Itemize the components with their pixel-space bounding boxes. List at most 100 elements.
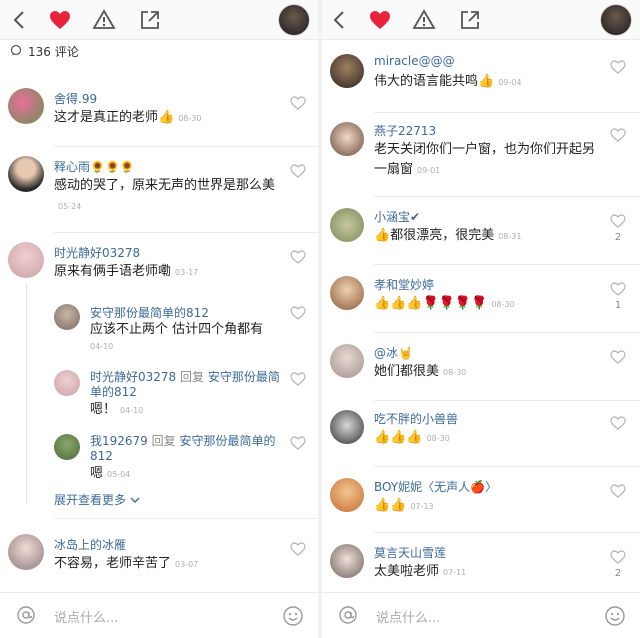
like-heart-icon[interactable] (610, 416, 626, 430)
comment-input[interactable]: 说点什么... (54, 607, 118, 626)
heart-filled-icon[interactable] (48, 8, 72, 32)
like-count: 2 (614, 232, 622, 243)
comment-text-content: 老天关闭你们一户窗，也为你们开起另一扇窗 (374, 142, 596, 177)
divider (374, 196, 640, 197)
comment-count: 136 评论 (28, 45, 79, 59)
comment-item[interactable]: 舍得.99 这才是真正的老师👍 08-30 (0, 80, 318, 144)
commenter-name[interactable]: @冰🤘 (374, 344, 413, 361)
divider (54, 146, 318, 147)
author-avatar[interactable] (278, 4, 310, 36)
avatar[interactable] (330, 208, 364, 242)
comment-date: 08-30 (443, 368, 467, 377)
divider (374, 532, 640, 533)
like-heart-icon[interactable] (290, 542, 306, 556)
like-heart-icon[interactable] (290, 436, 306, 450)
comment-item[interactable]: 冰岛上的冰雁 不容易，老师辛苦了 03-07 (0, 528, 318, 586)
commenter-name[interactable]: 释心雨🌻🌻🌻 (54, 158, 135, 175)
commenter-name[interactable]: miracle@@@ (374, 54, 455, 68)
like-heart-icon[interactable] (290, 372, 306, 386)
comment-input[interactable]: 说点什么... (376, 607, 440, 626)
commenter-name[interactable]: 时光静好03278 (90, 370, 176, 384)
reply-item[interactable]: 时光静好03278 回复 安守那份最简单的812 嗯！ 04-10 (0, 366, 318, 428)
avatar[interactable] (54, 370, 80, 396)
avatar[interactable] (330, 122, 364, 156)
comment-date: 07-13 (410, 502, 434, 511)
divider (54, 518, 318, 519)
divider (374, 112, 640, 113)
comment-item[interactable]: miracle@@@ 伟大的语言能共鸣👍 09-04 (322, 48, 640, 112)
commenter-name[interactable]: 燕子22713 (374, 122, 436, 139)
comment-date: 05-24 (58, 202, 82, 211)
commenter-name[interactable]: 小涵宝✔ (374, 208, 420, 225)
commenter-name[interactable]: 舍得.99 (54, 90, 97, 107)
back-icon[interactable] (328, 8, 352, 32)
commenter-name[interactable]: 孝和堂妙婷 (374, 276, 434, 293)
commenter-name[interactable]: 安守那份最简单的812 (90, 304, 209, 321)
share-icon[interactable] (138, 8, 162, 32)
avatar[interactable] (8, 156, 44, 192)
comment-item[interactable]: 吃不胖的小兽兽 👍👍👍 08-30 (322, 404, 640, 468)
avatar[interactable] (330, 344, 364, 378)
reply-item[interactable]: 安守那份最简单的812 应该不止两个 估计四个角都有 04-10 (0, 300, 318, 362)
share-icon[interactable] (458, 8, 482, 32)
avatar[interactable] (330, 54, 364, 88)
emoji-icon[interactable] (604, 605, 626, 627)
reply-text-content: 嗯 (90, 466, 104, 481)
like-heart-icon[interactable] (610, 350, 626, 364)
comment-item[interactable]: 燕子22713 老天关闭你们一户窗，也为你们开起另一扇窗 09-01 (322, 116, 640, 196)
comment-text: 不容易，老师辛苦了 03-07 (54, 554, 274, 575)
avatar[interactable] (8, 534, 44, 570)
avatar[interactable] (330, 478, 364, 512)
at-mention-icon[interactable] (16, 605, 36, 625)
comment-item[interactable]: 时光静好03278 原来有俩手语老师嘞 03-17 (0, 236, 318, 296)
warning-icon[interactable] (412, 8, 436, 32)
like-heart-icon[interactable] (290, 250, 306, 264)
author-avatar[interactable] (600, 4, 632, 36)
like-heart-icon[interactable] (610, 282, 626, 296)
reply-date: 04-10 (90, 342, 114, 351)
avatar[interactable] (330, 410, 364, 444)
avatar[interactable] (54, 304, 80, 330)
commenter-name[interactable]: 吃不胖的小兽兽 (374, 410, 458, 427)
like-heart-icon[interactable] (610, 214, 626, 228)
reply-word: 回复 (151, 434, 176, 448)
heart-filled-icon[interactable] (368, 8, 392, 32)
comment-count-row: 136 评论 (0, 40, 318, 62)
comment-date: 08-30 (178, 114, 202, 123)
avatar[interactable] (54, 434, 80, 460)
avatar[interactable] (8, 88, 44, 124)
comment-item[interactable]: BOY妮妮〈无声人🍎〉 👍👍 07-13 (322, 472, 640, 536)
like-heart-icon[interactable] (290, 306, 306, 320)
at-mention-icon[interactable] (338, 605, 358, 625)
comment-text-content: 这才是真正的老师 (54, 110, 159, 125)
like-heart-icon[interactable] (290, 164, 306, 178)
commenter-name[interactable]: BOY妮妮〈无声人🍎〉 (374, 478, 497, 495)
comment-item[interactable]: @冰🤘 她们都很美 08-30 (322, 338, 640, 402)
like-heart-icon[interactable] (290, 96, 306, 110)
thumbs-emoji: 👍 (478, 74, 495, 89)
comment-text: 👍👍👍🌹🌹🌹🌹 08-30 (374, 294, 604, 315)
thumbs-emoji: 👍👍👍 (374, 430, 423, 445)
comment-item[interactable]: 孝和堂妙婷 👍👍👍🌹🌹🌹🌹 08-30 1 (322, 270, 640, 334)
avatar[interactable] (330, 544, 364, 578)
commenter-name[interactable]: 我192679 (90, 434, 148, 448)
commenter-name[interactable]: 冰岛上的冰雁 (54, 536, 126, 553)
comment-text-content: 原来有俩手语老师嘞 (54, 264, 172, 279)
comment-item[interactable]: 莫言天山雪莲 太美啦老师 07-11 2 (322, 538, 640, 592)
comment-item[interactable]: 释心雨🌻🌻🌻 感动的哭了，原来无声的世界是那么美 05-24 (0, 150, 318, 230)
avatar[interactable] (8, 242, 44, 278)
like-heart-icon[interactable] (610, 128, 626, 142)
top-bar (0, 0, 318, 40)
warning-icon[interactable] (92, 8, 116, 32)
like-heart-icon[interactable] (610, 484, 626, 498)
avatar[interactable] (330, 276, 364, 310)
commenter-name[interactable]: 莫言天山雪莲 (374, 544, 446, 561)
comment-item[interactable]: 小涵宝✔ 👍都很漂亮，很完美 08-31 2 (322, 202, 640, 266)
commenter-name[interactable]: 时光静好03278 (54, 244, 140, 261)
emoji-icon[interactable] (282, 605, 304, 627)
like-heart-icon[interactable] (610, 550, 626, 564)
expand-more-link[interactable]: 展开查看更多 (54, 491, 140, 508)
like-heart-icon[interactable] (610, 60, 626, 74)
reply-item[interactable]: 我192679 回复 安守那份最简单的812 嗯 05-04 (0, 430, 318, 492)
back-icon[interactable] (8, 8, 32, 32)
